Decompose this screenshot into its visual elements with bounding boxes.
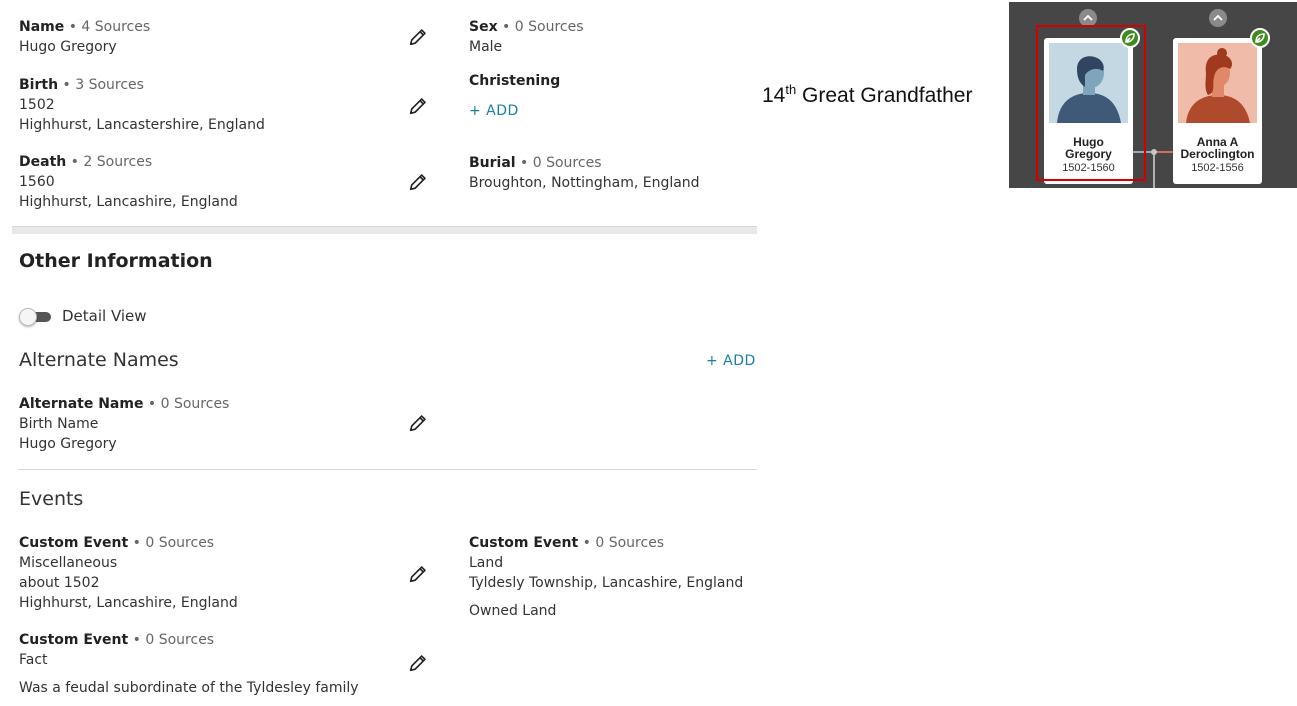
fact-value: Hugo Gregory — [19, 39, 117, 55]
fact-description: Owned Land — [469, 603, 557, 619]
detail-view-label: Detail View — [62, 307, 147, 325]
fact-event: Custom Event • 0 Sources Fact Was a feud… — [19, 630, 359, 698]
edit-birth-pencil-icon[interactable] — [407, 95, 429, 117]
edit-event-pencil-icon[interactable] — [407, 563, 429, 585]
fact-title: Alternate Name — [19, 396, 144, 412]
fact-place: Highhurst, Lancashire, England — [19, 595, 238, 611]
fact-birth: Birth • 3 Sources 1502 Highhurst, Lancas… — [19, 75, 265, 135]
expand-mother-parents-chevron-up-icon[interactable] — [1209, 9, 1227, 27]
fact-title: Burial — [469, 155, 516, 171]
toggle-knob — [19, 308, 37, 326]
fact-sources[interactable]: • 0 Sources — [128, 632, 214, 648]
edit-event-pencil-icon[interactable] — [407, 652, 429, 674]
relationship-ordinal-suffix: th — [785, 82, 797, 97]
add-alternate-name-button[interactable]: + ADD — [706, 353, 756, 369]
fact-title: Sex — [469, 19, 498, 35]
fact-sources[interactable]: • 0 Sources — [143, 396, 229, 412]
fact-sex: Sex • 0 Sources Male — [469, 17, 584, 57]
fact-place: Broughton, Nottingham, England — [469, 175, 700, 191]
edit-alternate-name-pencil-icon[interactable] — [407, 412, 429, 434]
fact-event: Custom Event • 0 Sources Land Tyldesly T… — [469, 533, 743, 621]
fact-value: Hugo Gregory — [19, 436, 117, 452]
fact-place: Tyldesly Township, Lancashire, England — [469, 575, 744, 591]
fact-title: Christening — [469, 73, 561, 89]
fact-place: Highhurst, Lancashire, England — [19, 194, 238, 210]
fact-place: Highhurst, Lancastershire, England — [19, 117, 265, 133]
fact-sources[interactable]: • 0 Sources — [128, 535, 214, 551]
detail-view-toggle[interactable] — [19, 308, 53, 326]
relationship-label: 14th Great Grandfather — [762, 82, 972, 108]
fact-sources[interactable]: • 0 Sources — [578, 535, 664, 551]
fact-date: 1502 — [19, 97, 55, 113]
fact-title: Custom Event — [469, 535, 579, 551]
tree-person-card-mother[interactable]: Anna A Deroclington 1502-1556 — [1173, 38, 1262, 184]
fact-title: Name — [19, 19, 65, 35]
fact-value: Male — [469, 39, 503, 55]
relationship-text: Great Grandfather — [796, 84, 973, 107]
fact-type: Fact — [19, 652, 48, 668]
female-silhouette-icon — [1178, 43, 1257, 123]
fact-type: Land — [469, 555, 504, 571]
fact-event: Custom Event • 0 Sources Miscellaneous a… — [19, 533, 238, 613]
fact-sources[interactable]: • 3 Sources — [58, 77, 143, 93]
fact-sources[interactable]: • 2 Sources — [66, 154, 152, 170]
fact-type: Miscellaneous — [19, 555, 118, 571]
section-divider — [18, 469, 757, 470]
fact-title: Death — [19, 154, 67, 170]
fact-sources[interactable]: • 4 Sources — [64, 19, 150, 35]
fact-title: Custom Event — [19, 535, 129, 551]
events-heading: Events — [19, 488, 84, 510]
fact-date: about 1502 — [19, 575, 100, 591]
fact-burial: Burial • 0 Sources Broughton, Nottingham… — [469, 153, 700, 193]
fact-name: Name • 4 Sources Hugo Gregory — [19, 17, 150, 57]
fact-christening: Christening + ADD — [469, 71, 560, 121]
tree-person-dates: 1502-1556 — [1191, 162, 1244, 174]
selected-person-highlight — [1036, 25, 1146, 181]
fact-title: Birth — [19, 77, 59, 93]
section-divider — [12, 226, 757, 234]
mother-hint-leaf-icon[interactable] — [1250, 28, 1270, 48]
other-information-heading: Other Information — [19, 250, 213, 272]
fact-description: Was a feudal subordinate of the Tyldesle… — [19, 680, 359, 696]
fact-death: Death • 2 Sources 1560 Highhurst, Lancas… — [19, 152, 238, 212]
tree-person-last-name: Deroclington — [1180, 147, 1255, 161]
alternate-names-heading: Alternate Names — [19, 349, 179, 371]
add-christening-button[interactable]: + ADD — [469, 103, 519, 119]
fact-title: Custom Event — [19, 632, 129, 648]
fact-alternate-name: Alternate Name • 0 Sources Birth Name Hu… — [19, 394, 229, 454]
edit-death-pencil-icon[interactable] — [407, 171, 429, 193]
fact-date: 1560 — [19, 174, 55, 190]
fact-sources[interactable]: • 0 Sources — [498, 19, 583, 35]
fact-sources[interactable]: • 0 Sources — [516, 155, 601, 171]
relationship-ordinal: 14 — [762, 84, 786, 107]
fact-type: Birth Name — [19, 416, 99, 432]
edit-name-pencil-icon[interactable] — [407, 26, 429, 48]
